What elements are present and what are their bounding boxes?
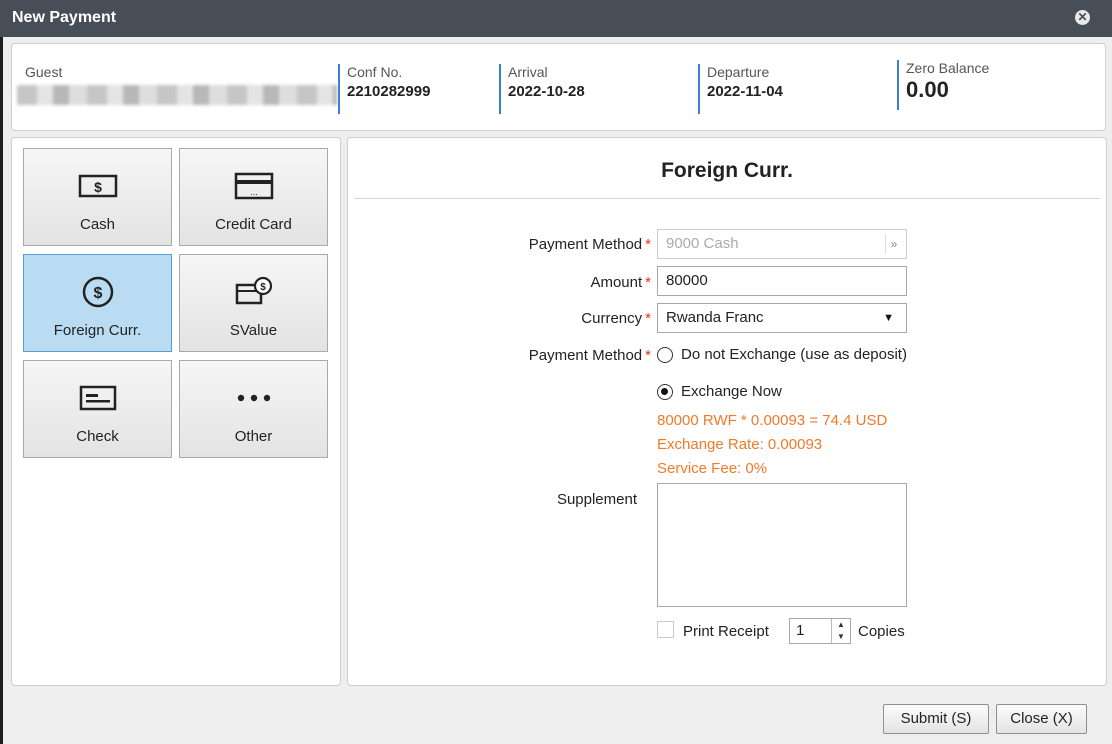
conf-cell: Conf No. 2210282999 bbox=[338, 64, 430, 114]
print-receipt-label: Print Receipt bbox=[683, 623, 769, 640]
conf-value: 2210282999 bbox=[347, 83, 431, 100]
method-tile-foreign-currency[interactable]: $ Foreign Curr. bbox=[23, 254, 172, 352]
payment-method-select[interactable]: 9000 Cash » bbox=[657, 229, 907, 259]
title-bar: New Payment ✕ bbox=[0, 0, 1112, 37]
check-icon bbox=[79, 385, 116, 411]
amount-label: Amount * bbox=[448, 274, 651, 291]
guest-name-redacted bbox=[17, 85, 337, 105]
method-label: Credit Card bbox=[215, 216, 292, 233]
currency-value: Rwanda Franc bbox=[666, 309, 764, 326]
exchange-calculation: 80000 RWF * 0.00093 = 74.4 USD bbox=[657, 412, 888, 429]
amount-value: 80000 bbox=[666, 272, 708, 289]
arrival-label: Arrival bbox=[508, 64, 548, 80]
arrival-value: 2022-10-28 bbox=[508, 83, 585, 100]
balance-value: 0.00 bbox=[906, 77, 949, 102]
payment-method-panel: $ Cash ... Credit Card $ Foreign Curr. $… bbox=[11, 137, 341, 686]
balance-label: Zero Balance bbox=[906, 60, 990, 76]
required-marker: * bbox=[645, 347, 651, 364]
method-tile-svalue[interactable]: $ SValue bbox=[179, 254, 328, 352]
balance-cell: Zero Balance 0.00 bbox=[897, 60, 989, 110]
required-marker: * bbox=[645, 274, 651, 291]
caret-down-icon: ▼ bbox=[883, 312, 894, 324]
divider bbox=[354, 198, 1100, 199]
method-tile-check[interactable]: Check bbox=[23, 360, 172, 458]
payment-form-panel: Foreign Curr. Payment Method * 9000 Cash … bbox=[347, 137, 1107, 686]
exchange-option-label: Payment Method * bbox=[448, 347, 651, 364]
radio-label: Exchange Now bbox=[681, 383, 782, 400]
amount-label-text: Amount bbox=[590, 274, 643, 291]
credit-card-icon: ... bbox=[234, 172, 273, 200]
exchange-rate: Exchange Rate: 0.00093 bbox=[657, 436, 823, 453]
print-receipt-checkbox[interactable] bbox=[657, 621, 674, 638]
method-tile-credit-card[interactable]: ... Credit Card bbox=[179, 148, 328, 246]
stepper-arrows-icon[interactable]: ▲ ▼ bbox=[831, 619, 850, 643]
svg-text:$: $ bbox=[260, 282, 266, 293]
radio-label: Do not Exchange (use as deposit) bbox=[681, 346, 907, 363]
radio-do-not-exchange[interactable]: Do not Exchange (use as deposit) bbox=[657, 346, 907, 363]
arrival-cell: Arrival 2022-10-28 bbox=[499, 64, 585, 114]
guest-label: Guest bbox=[25, 64, 63, 80]
radio-unchecked-icon bbox=[657, 346, 673, 363]
departure-cell: Departure 2022-11-04 bbox=[698, 64, 783, 114]
reservation-header: Guest Conf No. 2210282999 Arrival 2022-1… bbox=[11, 43, 1106, 131]
method-label: Check bbox=[76, 428, 119, 445]
close-icon[interactable]: ✕ bbox=[1075, 10, 1090, 25]
payment-method-label: Payment Method * bbox=[448, 236, 651, 253]
method-label: Other bbox=[234, 428, 273, 445]
window-edge bbox=[0, 37, 3, 744]
stored-value-icon: $ bbox=[235, 276, 272, 305]
required-marker: * bbox=[645, 236, 651, 253]
method-label: SValue bbox=[229, 322, 278, 339]
departure-label: Departure bbox=[707, 64, 770, 80]
radio-checked-icon bbox=[657, 383, 673, 400]
supplement-textarea[interactable] bbox=[657, 483, 907, 607]
form-title: Foreign Curr. bbox=[661, 159, 793, 182]
new-payment-dialog: New Payment ✕ Guest Conf No. 2210282999 … bbox=[0, 0, 1112, 744]
guest-cell: Guest bbox=[25, 64, 62, 80]
currency-label: Currency * bbox=[448, 310, 651, 327]
required-marker: * bbox=[645, 310, 651, 327]
copies-stepper[interactable]: 1 ▲ ▼ bbox=[789, 618, 851, 644]
more-dots-icon bbox=[237, 394, 270, 402]
exchange-option-label-text: Payment Method bbox=[528, 347, 643, 364]
double-chevron-down-icon[interactable]: » bbox=[885, 234, 902, 254]
method-label: Foreign Curr. bbox=[53, 322, 142, 339]
cash-icon: $ bbox=[78, 174, 117, 198]
svg-text:...: ... bbox=[250, 187, 258, 197]
method-tile-cash[interactable]: $ Cash bbox=[23, 148, 172, 246]
close-button[interactable]: Close (X) bbox=[996, 704, 1087, 734]
service-fee: Service Fee: 0% bbox=[657, 460, 768, 477]
svg-text:$: $ bbox=[93, 285, 102, 302]
dialog-title: New Payment bbox=[12, 9, 117, 26]
radio-exchange-now[interactable]: Exchange Now bbox=[657, 383, 782, 400]
currency-label-text: Currency bbox=[581, 310, 643, 327]
departure-value: 2022-11-04 bbox=[707, 83, 783, 100]
conf-label: Conf No. bbox=[347, 64, 403, 80]
payment-method-value: 9000 Cash bbox=[666, 235, 739, 252]
method-label: Cash bbox=[79, 216, 116, 233]
dollar-coin-icon: $ bbox=[82, 276, 113, 308]
copies-value: 1 bbox=[796, 622, 805, 639]
supplement-label: Supplement bbox=[556, 491, 637, 508]
method-tile-other[interactable]: Other bbox=[179, 360, 328, 458]
submit-button[interactable]: Submit (S) bbox=[883, 704, 989, 734]
svg-text:$: $ bbox=[94, 179, 102, 195]
payment-method-label-text: Payment Method bbox=[528, 236, 643, 253]
amount-input[interactable]: 80000 bbox=[657, 266, 907, 296]
currency-select[interactable]: Rwanda Franc ▼ bbox=[657, 303, 907, 333]
copies-label: Copies bbox=[858, 623, 905, 640]
